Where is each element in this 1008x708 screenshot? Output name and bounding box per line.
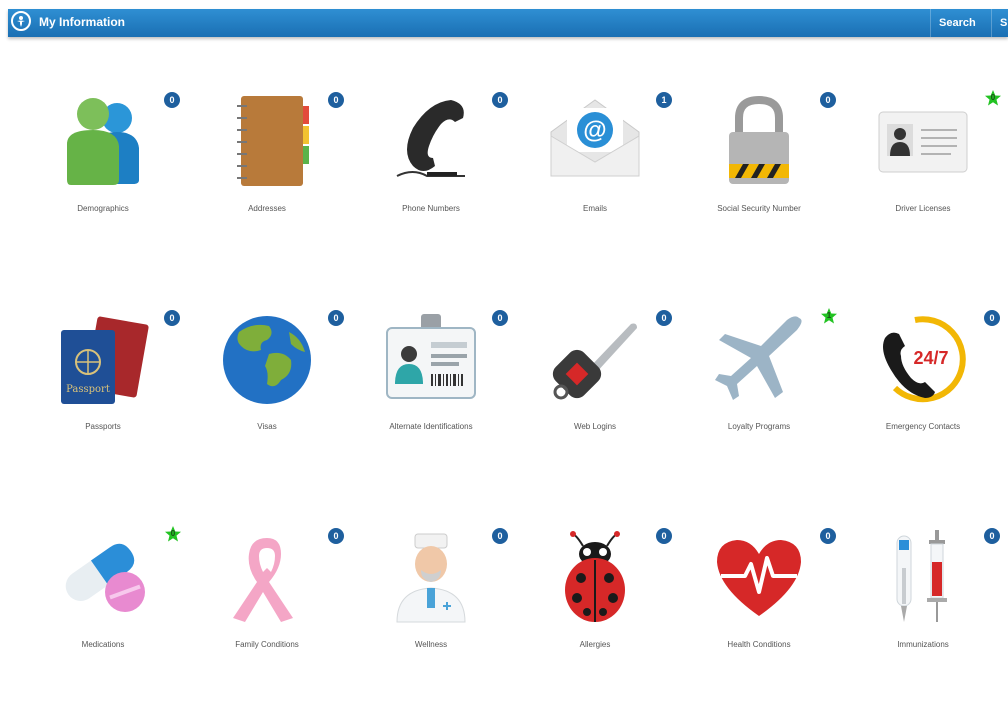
star-badge-count: 1 — [826, 311, 832, 320]
top-navigation-bar: My Information Search S — [8, 9, 1008, 37]
tile-addresses[interactable]: 0 Addresses — [182, 92, 346, 272]
star-badge: 1 — [820, 307, 838, 325]
tile-label: Emails — [582, 204, 607, 213]
tile-label: Passports — [85, 422, 121, 431]
tile-medications[interactable]: 0 Medications — [18, 525, 182, 708]
tile-label: Addresses — [248, 204, 286, 213]
search-button[interactable]: Search — [930, 9, 984, 37]
key-icon — [547, 310, 643, 406]
star-badge-count: 0 — [170, 529, 176, 538]
count-badge: 0 — [492, 310, 508, 326]
tile-label: Web Logins — [573, 422, 617, 431]
count-badge: 0 — [164, 310, 180, 326]
tile-label: Visas — [257, 422, 277, 431]
star-badge: 0 — [164, 525, 182, 543]
app-logo-icon[interactable] — [11, 11, 31, 31]
globe-icon — [219, 310, 315, 406]
svg-text:@: @ — [583, 117, 606, 144]
count-badge: 0 — [820, 92, 836, 108]
tile-visas[interactable]: 0 Visas — [182, 310, 346, 490]
badge-id-icon — [383, 310, 479, 406]
count-badge: 0 — [328, 92, 344, 108]
ribbon-icon — [219, 528, 315, 624]
address-book-icon — [219, 92, 315, 188]
truncated-nav-button[interactable]: S — [991, 9, 1008, 37]
heart-pulse-icon — [711, 528, 807, 624]
count-badge: 0 — [820, 528, 836, 544]
tile-label: Phone Numbers — [402, 204, 460, 213]
airplane-icon — [711, 310, 807, 406]
tile-label: Demographics — [77, 204, 129, 213]
tile-phone-numbers[interactable]: 0 Phone Numbers — [346, 92, 510, 272]
tile-family-conditions[interactable]: 0 Family Conditions — [182, 528, 346, 708]
emergency-phone-icon: 24/7 — [875, 310, 971, 406]
tile-label: Social Security Number — [717, 204, 801, 213]
count-badge: 0 — [984, 310, 1000, 326]
tile-emails[interactable]: @ 1 Emails — [510, 92, 674, 272]
count-badge: 0 — [656, 310, 672, 326]
star-badge-count: 0 — [990, 93, 996, 102]
tile-label: Allergies — [579, 640, 611, 649]
star-badge: 0 — [984, 89, 1002, 107]
count-badge: 0 — [492, 528, 508, 544]
tile-allergies[interactable]: 0 Allergies — [510, 528, 674, 708]
tile-demographics[interactable]: 0 Demographics — [18, 92, 182, 272]
tile-web-logins[interactable]: 0 Web Logins — [510, 310, 674, 490]
tile-label: Medications — [81, 640, 125, 649]
telephone-icon — [383, 92, 479, 188]
thermometer-syringe-icon — [875, 528, 971, 624]
ladybug-icon — [547, 528, 643, 624]
count-badge: 0 — [492, 92, 508, 108]
padlock-icon — [711, 92, 807, 188]
tile-wellness[interactable]: 0 Wellness — [346, 528, 510, 708]
passport-icon: Passport — [55, 310, 151, 406]
tile-label: Driver Licenses — [895, 204, 951, 213]
tile-label: Immunizations — [897, 640, 949, 649]
tile-label: Loyalty Programs — [727, 422, 791, 431]
tile-label: Alternate Identifications — [389, 422, 473, 431]
tile-label: Emergency Contacts — [885, 422, 961, 431]
id-card-icon — [875, 92, 971, 188]
tile-passports[interactable]: Passport 0 Passports — [18, 310, 182, 490]
emergency-icon-text: 24/7 — [913, 348, 948, 368]
envelope-icon: @ — [547, 92, 643, 188]
tile-social-security-number[interactable]: 0 Social Security Number — [674, 92, 838, 272]
tile-label: Wellness — [414, 640, 448, 649]
count-badge: 0 — [328, 310, 344, 326]
count-badge: 0 — [984, 528, 1000, 544]
count-badge: 0 — [656, 528, 672, 544]
tile-emergency-contacts[interactable]: 24/7 0 Emergency Contacts — [838, 310, 1002, 490]
doctor-icon — [383, 528, 479, 624]
count-badge: 1 — [656, 92, 672, 108]
count-badge: 0 — [164, 92, 180, 108]
tile-label: Family Conditions — [235, 640, 299, 649]
tile-label: Health Conditions — [727, 640, 791, 649]
pills-icon — [55, 528, 151, 624]
count-badge: 0 — [328, 528, 344, 544]
tile-health-conditions[interactable]: 0 Health Conditions — [674, 528, 838, 708]
tile-driver-licenses[interactable]: 0 Driver Licenses — [838, 89, 1002, 272]
passport-cover-text: Passport — [66, 384, 110, 395]
tile-immunizations[interactable]: 0 Immunizations — [838, 528, 1002, 708]
page-title: My Information — [39, 15, 125, 29]
tile-alternate-identifications[interactable]: 0 Alternate Identifications — [346, 310, 510, 490]
people-icon — [55, 92, 151, 188]
tile-loyalty-programs[interactable]: 1 Loyalty Programs — [674, 307, 838, 490]
